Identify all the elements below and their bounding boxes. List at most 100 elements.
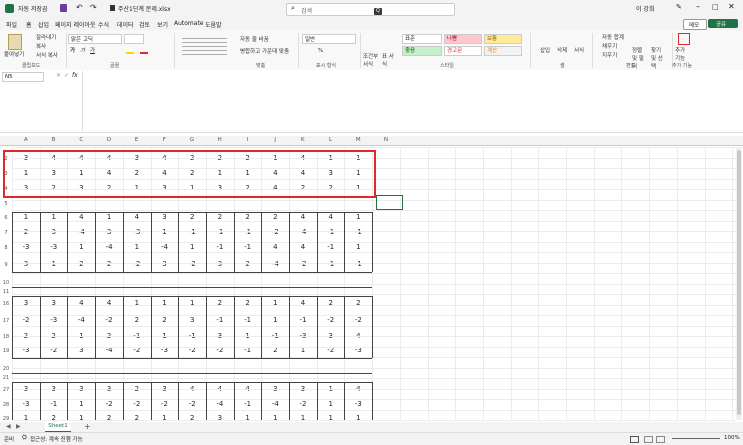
tab-automate[interactable]: Automate	[174, 20, 204, 27]
cell[interactable]: -1	[210, 316, 230, 324]
row-header[interactable]: 27	[0, 387, 12, 393]
column-header-d[interactable]: D	[95, 137, 123, 143]
cell[interactable]: -1	[238, 400, 258, 408]
cell[interactable]: -4	[265, 260, 285, 268]
page-layout-view-icon[interactable]	[644, 436, 653, 443]
number-format-select[interactable]: 일반	[302, 34, 356, 44]
cell[interactable]: -1	[321, 228, 341, 236]
cell[interactable]: -2	[127, 400, 147, 408]
fx-button[interactable]: fx	[72, 72, 78, 79]
cell[interactable]: -1	[44, 400, 64, 408]
cell[interactable]: -2	[99, 316, 119, 324]
cell[interactable]: -1	[238, 316, 258, 324]
cell[interactable]: 1	[265, 316, 285, 324]
row-header[interactable]: 16	[0, 301, 12, 307]
cell[interactable]: 3	[16, 299, 36, 307]
tab-review[interactable]: 검토	[139, 20, 150, 29]
pen-icon[interactable]: ✎	[676, 3, 682, 11]
cell[interactable]: 2	[71, 260, 91, 268]
cell[interactable]: 3	[182, 316, 202, 324]
zoom-slider[interactable]	[672, 438, 720, 439]
row-header[interactable]: 7	[0, 230, 12, 236]
autosave-toggle[interactable]: 끔	[42, 4, 48, 13]
cell[interactable]: 1	[321, 400, 341, 408]
cell[interactable]: -4	[265, 400, 285, 408]
row-header[interactable]: 28	[0, 402, 12, 408]
cell[interactable]: -1	[348, 228, 368, 236]
cell[interactable]: 3	[210, 260, 230, 268]
cell[interactable]: -2	[182, 260, 202, 268]
autosum-button[interactable]: 자동 합계	[602, 33, 624, 41]
font-size-select[interactable]	[124, 34, 144, 44]
tab-formulas[interactable]: 수식	[98, 20, 109, 29]
bold-button[interactable]: 가	[70, 46, 75, 54]
row-header[interactable]: 8	[0, 245, 12, 251]
style-good[interactable]: 좋음	[402, 46, 442, 56]
undo-icon[interactable]: ↶	[76, 3, 83, 12]
cell[interactable]: 4	[293, 299, 313, 307]
cell[interactable]: -1	[348, 260, 368, 268]
cell[interactable]: 2	[238, 299, 258, 307]
cond-format-button[interactable]: 조건부 서식	[363, 52, 379, 68]
close-icon[interactable]: ✕	[728, 2, 735, 11]
cell[interactable]: -1	[321, 243, 341, 251]
name-box[interactable]: N5	[2, 72, 44, 82]
cell[interactable]: -3	[16, 400, 36, 408]
cell[interactable]: -1	[182, 228, 202, 236]
cell[interactable]: -2	[265, 228, 285, 236]
cell[interactable]: 3	[99, 228, 119, 236]
row-header[interactable]: 17	[0, 318, 12, 324]
paste-icon[interactable]	[8, 34, 22, 50]
cell[interactable]: 4	[293, 243, 313, 251]
wrap-text-button[interactable]: 자동 줄 바꿈	[240, 35, 269, 43]
cell[interactable]: -1	[321, 260, 341, 268]
fill-color-icon[interactable]	[126, 52, 134, 54]
cell[interactable]: 1	[182, 299, 202, 307]
cell[interactable]: -1	[238, 228, 258, 236]
cell[interactable]: -4	[99, 243, 119, 251]
cell[interactable]: -3	[127, 228, 147, 236]
format-painter-button[interactable]: 서식 복사	[36, 51, 58, 59]
tab-page-layout[interactable]: 페이지 레이아웃	[55, 20, 96, 29]
column-header-j[interactable]: J	[261, 137, 289, 143]
cell[interactable]: 1	[127, 299, 147, 307]
cell[interactable]: -2	[348, 316, 368, 324]
row-header[interactable]: 20	[0, 366, 12, 372]
cell[interactable]: 1	[155, 299, 175, 307]
cell[interactable]: 1	[348, 243, 368, 251]
normal-view-icon[interactable]	[630, 436, 639, 443]
prev-sheet-icon[interactable]: ◀	[6, 423, 11, 430]
cell[interactable]: 2	[155, 316, 175, 324]
page-break-view-icon[interactable]	[656, 436, 665, 443]
cell[interactable]: 4	[99, 299, 119, 307]
cell[interactable]: -2	[182, 400, 202, 408]
percent-button[interactable]: %	[318, 48, 323, 54]
row-header[interactable]: 10	[0, 280, 12, 286]
cancel-icon[interactable]: ✕	[56, 72, 61, 79]
column-header-c[interactable]: C	[67, 137, 95, 143]
align-icons[interactable]	[182, 35, 227, 55]
style-neutral[interactable]: 보통	[484, 34, 522, 44]
cell[interactable]: 1	[127, 243, 147, 251]
cell[interactable]: -4	[210, 400, 230, 408]
cell[interactable]: 2	[210, 299, 230, 307]
row-header[interactable]: 5	[0, 201, 12, 207]
font-name-select[interactable]: 맑은 고딕	[68, 34, 122, 44]
cell[interactable]: -3	[16, 243, 36, 251]
cell[interactable]: 1	[155, 228, 175, 236]
status-accessibility[interactable]: 접근성: 계속 진행 가능	[30, 435, 83, 443]
active-cell[interactable]	[376, 195, 403, 210]
cell[interactable]: 2	[99, 260, 119, 268]
delete-cell-button[interactable]: 삭제	[557, 46, 567, 54]
cell[interactable]: 2	[321, 299, 341, 307]
cell[interactable]: 3	[155, 260, 175, 268]
cell[interactable]: 1	[71, 400, 91, 408]
tab-file[interactable]: 파일	[6, 20, 17, 29]
cell[interactable]: 1	[71, 243, 91, 251]
style-warning[interactable]: 경고문	[444, 46, 482, 56]
enter-icon[interactable]: ✓	[64, 72, 69, 79]
merge-center-button[interactable]: 병합하고 가운데 맞춤	[240, 47, 289, 55]
cell[interactable]: 1	[44, 260, 64, 268]
column-header-n[interactable]: N	[372, 137, 400, 143]
column-header-h[interactable]: H	[206, 137, 234, 143]
